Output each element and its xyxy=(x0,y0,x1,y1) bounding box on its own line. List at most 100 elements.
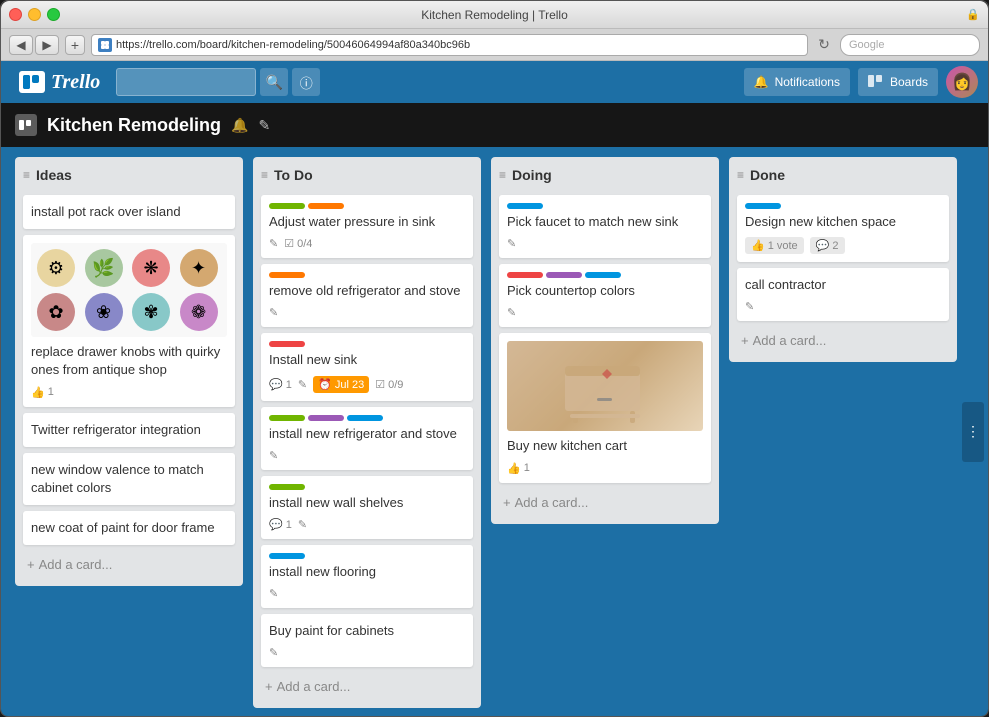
card-meta: ✎ xyxy=(507,237,703,250)
back-button[interactable]: ◀ xyxy=(9,35,33,55)
card-meta: 👍 1 vote 💬 2 xyxy=(745,237,941,254)
vote-icon: 👍 xyxy=(31,386,45,399)
notifications-button[interactable]: 🔔 Notifications xyxy=(744,68,850,96)
url-bar[interactable]: https://trello.com/board/kitchen-remodel… xyxy=(91,34,808,56)
boards-icon xyxy=(868,75,884,90)
card-meta: ✎ xyxy=(269,646,465,659)
card-title: Install new sink xyxy=(269,352,357,367)
edit-meta[interactable]: ✎ xyxy=(745,300,754,313)
card-title: replace drawer knobs with quirky ones fr… xyxy=(31,344,220,377)
card-pick-faucet[interactable]: ✎ Pick faucet to match new sink ✎ xyxy=(499,195,711,258)
card-labels xyxy=(269,484,465,490)
drag-icon: ≡ xyxy=(737,168,744,182)
card-buy-paint[interactable]: ✎ Buy paint for cabinets ✎ xyxy=(261,614,473,667)
card-design-kitchen[interactable]: ✎ Design new kitchen space 👍 1 vote 💬 2 xyxy=(737,195,949,262)
boards-button[interactable]: Boards xyxy=(858,68,938,96)
drag-icon: ≡ xyxy=(261,168,268,182)
card-meta: ✎ ☑ 0/4 xyxy=(269,237,465,250)
trello-logo-button[interactable]: Trello xyxy=(11,67,108,98)
edit-meta[interactable]: ✎ xyxy=(298,378,307,391)
knobs-image: ⚙ 🌿 ❋ ✦ ✿ ❀ ✾ ❁ xyxy=(31,243,227,337)
nav-buttons: ◀ ▶ xyxy=(9,35,59,55)
nav-search-wrap: 🔍 ⓘ xyxy=(116,68,320,96)
scroll-right-button[interactable]: ⋮ xyxy=(962,402,984,462)
edit-meta[interactable]: ✎ xyxy=(269,646,278,659)
vote-count: 1 xyxy=(48,386,54,398)
title-bar: Kitchen Remodeling | Trello 🔒 xyxy=(1,1,988,29)
card-contractor[interactable]: ✎ call contractor ✎ xyxy=(737,268,949,321)
edit-meta[interactable]: ✎ xyxy=(507,306,516,319)
card-knobs[interactable]: ✎ ⚙ 🌿 ❋ ✦ ✿ ❀ ✾ ❁ replace drawer knobs w… xyxy=(23,235,235,406)
card-title: Buy paint for cabinets xyxy=(269,623,394,638)
column-todo: ≡ To Do ✎ Adjust water pressure in sink … xyxy=(253,157,481,708)
card-flooring[interactable]: ✎ install new flooring ✎ xyxy=(261,545,473,608)
nav-search-input[interactable] xyxy=(116,68,256,96)
label-purple xyxy=(308,415,344,421)
label-blue xyxy=(585,272,621,278)
card-title: Twitter refrigerator integration xyxy=(31,422,201,437)
column-doing: ≡ Doing ✎ Pick faucet to match new sink … xyxy=(491,157,719,524)
card-labels xyxy=(269,272,465,278)
card-wall-shelves[interactable]: ✎ install new wall shelves 💬 1 ✎ xyxy=(261,476,473,539)
edit-meta[interactable]: ✎ xyxy=(269,306,278,319)
forward-button[interactable]: ▶ xyxy=(35,35,59,55)
add-card-label: Add a card... xyxy=(515,495,589,510)
card-install-fridge[interactable]: ✎ install new refrigerator and stove ✎ xyxy=(261,407,473,470)
card-twitter[interactable]: ✎ Twitter refrigerator integration xyxy=(23,413,235,447)
card-labels xyxy=(269,415,465,421)
trello-app: Trello 🔍 ⓘ 🔔 Notifications Boards xyxy=(1,61,988,716)
nav-info-icon-btn[interactable]: ⓘ xyxy=(292,68,320,96)
close-button[interactable] xyxy=(9,8,22,21)
card-remove-fridge[interactable]: ✎ remove old refrigerator and stove ✎ xyxy=(261,264,473,327)
notifications-label: Notifications xyxy=(775,75,840,89)
column-header-done: ≡ Done xyxy=(737,165,949,189)
card-countertop[interactable]: ✎ Pick countertop colors ✎ xyxy=(499,264,711,327)
minimize-button[interactable] xyxy=(28,8,41,21)
column-title-doing: Doing xyxy=(512,167,711,183)
card-install-pot-rack[interactable]: ✎ install pot rack over island xyxy=(23,195,235,229)
edit-meta[interactable]: ✎ xyxy=(269,449,278,462)
add-card-label: Add a card... xyxy=(39,557,113,572)
card-paint-door[interactable]: ✎ new coat of paint for door frame xyxy=(23,511,235,545)
label-blue xyxy=(745,203,781,209)
card-title: install new wall shelves xyxy=(269,495,403,510)
plus-icon: + xyxy=(27,557,35,572)
label-green xyxy=(269,415,305,421)
maximize-button[interactable] xyxy=(47,8,60,21)
due-meta: ⏰ Jul 23 xyxy=(313,376,369,393)
add-card-ideas[interactable]: + Add a card... xyxy=(23,551,235,578)
board-bell-icon[interactable]: 🔔 xyxy=(231,117,248,134)
edit-meta[interactable]: ✎ xyxy=(298,518,307,531)
drag-icon: ≡ xyxy=(23,168,30,182)
add-card-done[interactable]: + Add a card... xyxy=(737,327,949,354)
refresh-button[interactable]: ↻ xyxy=(814,35,834,55)
card-kitchen-cart[interactable]: ✎ xyxy=(499,333,711,482)
new-tab-button[interactable]: + xyxy=(65,35,85,55)
nav-search-icon-btn[interactable]: 🔍 xyxy=(260,68,288,96)
comment-icon: 💬 xyxy=(816,239,830,252)
vote-icon: 👍 xyxy=(507,462,521,475)
card-new-sink[interactable]: ✎ Install new sink 💬 1 ✎ ⏰ Jul 23 ☑ 0/9 xyxy=(261,333,473,400)
browser-search-bar[interactable]: Google xyxy=(840,34,980,56)
trello-logo-icon xyxy=(19,71,45,93)
card-labels xyxy=(507,203,703,209)
edit-meta[interactable]: ✎ xyxy=(507,237,516,250)
comment-count: 2 xyxy=(832,240,838,252)
column-header-todo: ≡ To Do xyxy=(261,165,473,189)
vote-count: 1 xyxy=(524,462,530,474)
edit-meta[interactable]: ✎ xyxy=(269,587,278,600)
card-title: remove old refrigerator and stove xyxy=(269,283,460,298)
add-card-doing[interactable]: + Add a card... xyxy=(499,489,711,516)
label-purple xyxy=(546,272,582,278)
card-meta: 👍 1 xyxy=(507,462,703,475)
card-title: install new flooring xyxy=(269,564,376,579)
user-avatar[interactable]: 👩 xyxy=(946,66,978,98)
card-water-pressure[interactable]: ✎ Adjust water pressure in sink ✎ ☑ 0/4 xyxy=(261,195,473,258)
label-green xyxy=(269,484,305,490)
add-card-todo[interactable]: + Add a card... xyxy=(261,673,473,700)
boards-label: Boards xyxy=(890,75,928,89)
board-edit-icon[interactable]: ✎ xyxy=(258,117,270,134)
card-window-valence[interactable]: ✎ new window valence to match cabinet co… xyxy=(23,453,235,505)
board-title: Kitchen Remodeling xyxy=(47,115,221,136)
edit-meta[interactable]: ✎ xyxy=(269,237,278,250)
